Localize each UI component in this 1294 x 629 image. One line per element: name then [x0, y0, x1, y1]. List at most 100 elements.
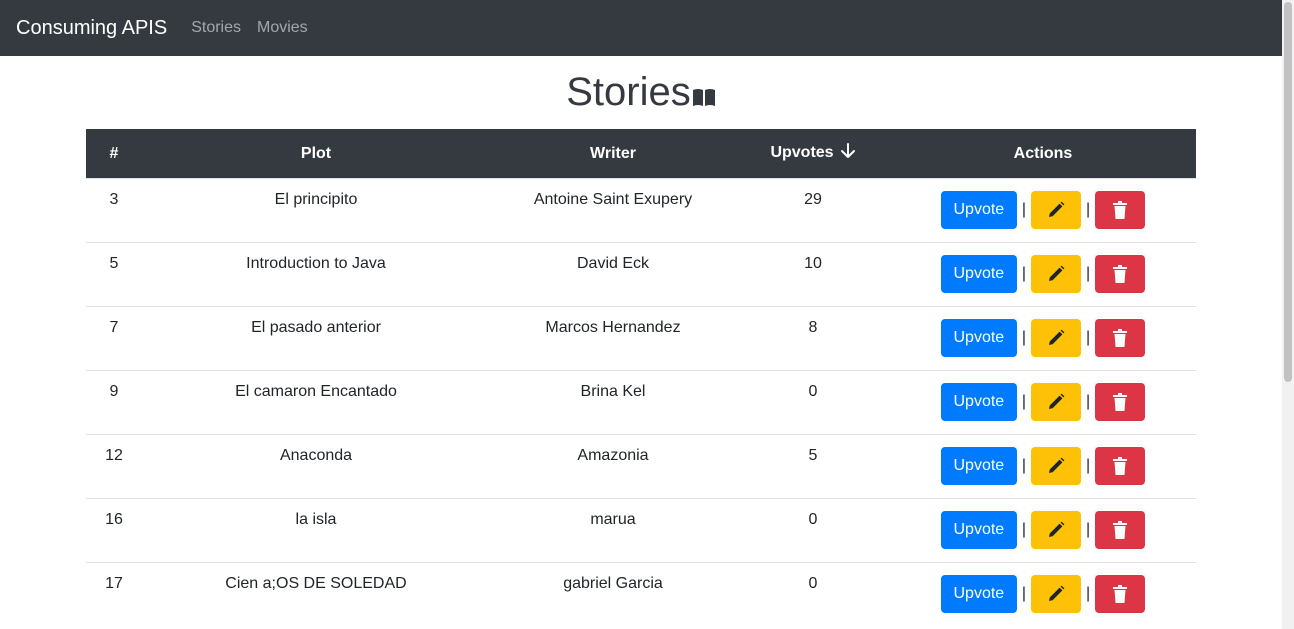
navbar-brand[interactable]: Consuming APIS: [16, 17, 167, 40]
edit-button[interactable]: [1031, 575, 1081, 613]
stories-table: # Plot Writer Upvotes Actions 3 El princi…: [86, 129, 1196, 626]
cell-plot: la isla: [142, 498, 490, 563]
edit-button[interactable]: [1031, 319, 1081, 357]
cell-writer: Antoine Saint Exupery: [490, 178, 736, 243]
trash-icon: [1101, 329, 1139, 347]
navbar: Consuming APIS Stories Movies: [0, 0, 1282, 56]
trash-icon: [1101, 393, 1139, 411]
separator: |: [1021, 201, 1026, 218]
delete-button[interactable]: [1095, 383, 1146, 421]
separator: |: [1021, 585, 1026, 602]
nav-link-movies[interactable]: Movies: [257, 19, 308, 37]
separator: |: [1086, 393, 1091, 410]
cell-actions: Upvote | |: [890, 498, 1196, 563]
cell-upvotes: 8: [736, 306, 890, 371]
nav-link-stories[interactable]: Stories: [191, 19, 241, 37]
edit-button[interactable]: [1031, 447, 1081, 485]
table-row: 5 Introduction to Java David Eck 10 Upvote | |: [86, 242, 1196, 307]
pencil-icon: [1037, 265, 1075, 283]
cell-writer: gabriel Garcia: [490, 562, 736, 626]
separator: |: [1021, 329, 1026, 346]
table-row: 7 El pasado anterior Marcos Hernandez 8 Upvo…: [86, 306, 1196, 371]
cell-id: 9: [86, 370, 142, 435]
cell-plot: El camaron Encantado: [142, 370, 490, 435]
upvote-button[interactable]: Upvote: [940, 319, 1017, 357]
header-writer: Writer: [490, 129, 736, 179]
header-id: #: [86, 129, 142, 179]
delete-button[interactable]: [1095, 447, 1146, 485]
page-title-text: Stories: [566, 70, 691, 114]
table-header-row: # Plot Writer Upvotes Actions: [86, 129, 1196, 179]
cell-upvotes: 0: [736, 498, 890, 563]
trash-icon: [1101, 201, 1139, 219]
delete-button[interactable]: [1095, 575, 1146, 613]
upvote-button[interactable]: Upvote: [940, 511, 1017, 549]
cell-writer: Amazonia: [490, 434, 736, 499]
cell-id: 7: [86, 306, 142, 371]
table-row: 12 Anaconda Amazonia 5 Upvote | |: [86, 434, 1196, 499]
cell-actions: Upvote | |: [890, 562, 1196, 626]
pencil-icon: [1037, 393, 1075, 411]
delete-button[interactable]: [1095, 319, 1146, 357]
cell-writer: Marcos Hernandez: [490, 306, 736, 371]
header-upvotes[interactable]: Upvotes: [736, 129, 890, 179]
cell-id: 12: [86, 434, 142, 499]
edit-button[interactable]: [1031, 383, 1081, 421]
pencil-icon: [1037, 585, 1075, 603]
cell-plot: Anaconda: [142, 434, 490, 499]
arrow-down-icon[interactable]: [840, 142, 856, 165]
cell-writer: marua: [490, 498, 736, 563]
cell-plot: El principito: [142, 178, 490, 243]
separator: |: [1021, 393, 1026, 410]
cell-upvotes: 10: [736, 242, 890, 307]
table-row: 16 la isla marua 0 Upvote | |: [86, 498, 1196, 563]
cell-upvotes: 0: [736, 562, 890, 626]
cell-upvotes: 0: [736, 370, 890, 435]
edit-button[interactable]: [1031, 191, 1081, 229]
cell-id: 16: [86, 498, 142, 563]
cell-id: 17: [86, 562, 142, 626]
delete-button[interactable]: [1095, 255, 1146, 293]
edit-button[interactable]: [1031, 511, 1081, 549]
cell-plot: El pasado anterior: [142, 306, 490, 371]
separator: |: [1086, 521, 1091, 538]
header-actions: Actions: [890, 129, 1196, 179]
table-row: 9 El camaron Encantado Brina Kel 0 Upvote | |: [86, 370, 1196, 435]
separator: |: [1086, 201, 1091, 218]
separator: |: [1021, 521, 1026, 538]
trash-icon: [1101, 585, 1139, 603]
table-row: 3 El principito Antoine Saint Exupery 29 Upv…: [86, 178, 1196, 243]
separator: |: [1086, 265, 1091, 282]
upvote-button[interactable]: Upvote: [940, 575, 1017, 613]
table-row: 17 Cien a;OS DE SOLEDAD gabriel Garcia 0 Upv…: [86, 562, 1196, 626]
header-upvotes-label: Upvotes: [770, 144, 834, 161]
pencil-icon: [1037, 201, 1075, 219]
pencil-icon: [1037, 329, 1075, 347]
cell-upvotes: 5: [736, 434, 890, 499]
separator: |: [1021, 457, 1026, 474]
book-open-icon: [691, 70, 716, 114]
upvote-button[interactable]: Upvote: [940, 383, 1017, 421]
scrollbar-thumb[interactable]: [1284, 2, 1292, 382]
cell-plot: Cien a;OS DE SOLEDAD: [142, 562, 490, 626]
upvote-button[interactable]: Upvote: [940, 191, 1017, 229]
cell-plot: Introduction to Java: [142, 242, 490, 307]
upvote-button[interactable]: Upvote: [940, 255, 1017, 293]
vertical-scrollbar[interactable]: [1282, 0, 1294, 629]
cell-actions: Upvote | |: [890, 242, 1196, 307]
edit-button[interactable]: [1031, 255, 1081, 293]
delete-button[interactable]: [1095, 511, 1146, 549]
upvote-button[interactable]: Upvote: [940, 447, 1017, 485]
separator: |: [1086, 457, 1091, 474]
trash-icon: [1101, 457, 1139, 475]
page-title: Stories: [0, 68, 1282, 116]
cell-actions: Upvote | |: [890, 434, 1196, 499]
cell-actions: Upvote | |: [890, 370, 1196, 435]
cell-writer: David Eck: [490, 242, 736, 307]
pencil-icon: [1037, 521, 1075, 539]
separator: |: [1021, 265, 1026, 282]
pencil-icon: [1037, 457, 1075, 475]
delete-button[interactable]: [1095, 191, 1146, 229]
separator: |: [1086, 585, 1091, 602]
header-plot: Plot: [142, 129, 490, 179]
